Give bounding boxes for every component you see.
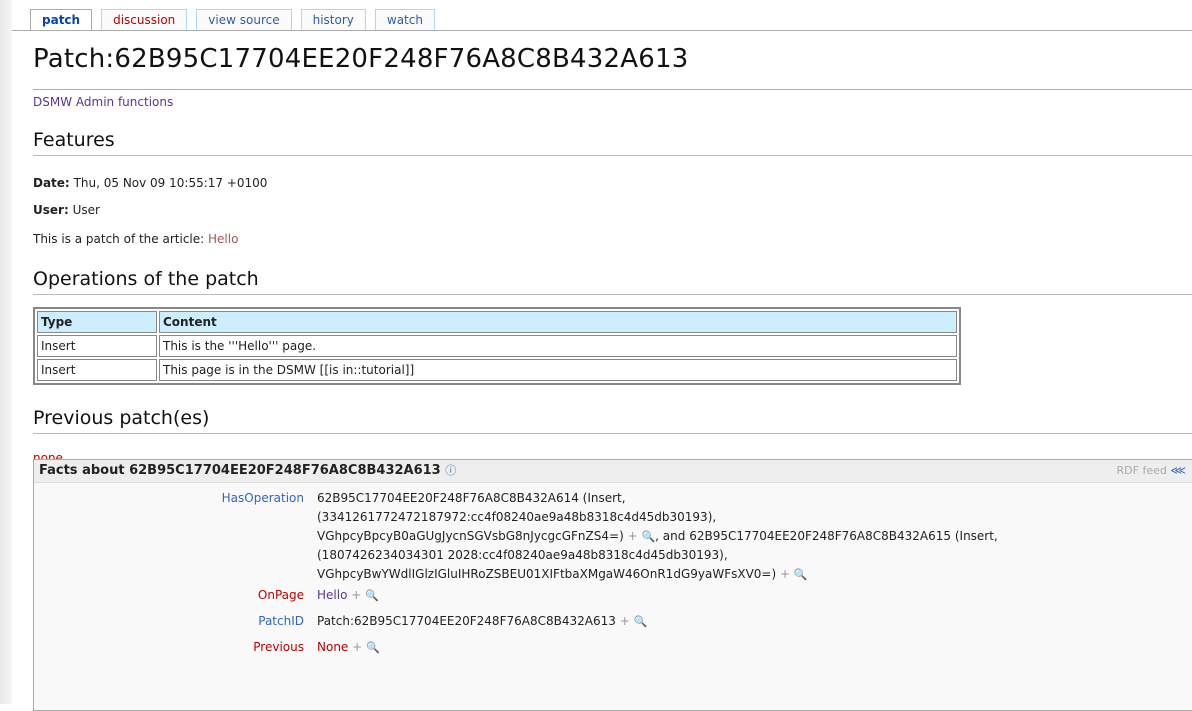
- page-title: Patch:62B95C17704EE20F248F76A8C8B432A613: [33, 44, 689, 74]
- column-header-content: Content: [159, 311, 957, 333]
- rdf-feed-icon[interactable]: ⋘: [1170, 464, 1186, 477]
- hasoperation-line1: 62B95C17704EE20F248F76A8C8B432A614 (Inse…: [317, 491, 626, 505]
- page-content: Patch:62B95C17704EE20F248F76A8C8B432A613…: [12, 31, 1192, 711]
- tab-patch[interactable]: patch: [30, 9, 93, 31]
- user-label: User:: [33, 203, 69, 217]
- operations-divider: [33, 294, 1192, 295]
- tab-watch[interactable]: watch: [374, 9, 435, 31]
- title-divider: [33, 89, 1192, 90]
- prop-previous[interactable]: Previous: [34, 640, 304, 654]
- rdf-feed-label[interactable]: RDF feed: [1117, 464, 1167, 477]
- operations-table: Type Content Insert This is the '''Hello…: [33, 307, 961, 385]
- hasoperation-line2: (3341261772472187972:cc4f08240ae9a48b831…: [317, 510, 717, 524]
- facts-header-prefix: Facts about: [39, 463, 125, 478]
- prop-patchid[interactable]: PatchID: [34, 614, 304, 628]
- table-row: Insert This is the '''Hello''' page.: [37, 335, 957, 357]
- plus-icon[interactable]: +: [780, 567, 790, 581]
- plus-icon[interactable]: +: [628, 529, 638, 543]
- hasoperation-line3a: VGhpcyBpcyB0aGUgJycnSGVsbG8nJycgcGFnZS4=…: [317, 529, 624, 543]
- previous-heading: Previous patch(es): [33, 407, 210, 429]
- tab-view-source[interactable]: view source: [196, 9, 292, 31]
- prop-patchid-label[interactable]: PatchID: [258, 614, 304, 628]
- row-type-cell: Insert: [37, 335, 157, 357]
- article-link[interactable]: Hello: [208, 232, 238, 246]
- search-icon[interactable]: 🔍: [794, 568, 808, 581]
- hasoperation-line5: VGhpcyBwYWdlIGlzIGluIHRoZSBEU01XIFtbaXMg…: [317, 565, 1187, 584]
- hasoperation-line3: VGhpcyBpcyB0aGUgJycnSGVsbG8nJycgcGFnZS4=…: [317, 527, 1187, 546]
- facts-header-subject: 62B95C17704EE20F248F76A8C8B432A613: [129, 463, 441, 478]
- operations-heading: Operations of the patch: [33, 268, 259, 290]
- plus-icon[interactable]: +: [620, 614, 630, 628]
- onpage-value-row: Hello + 🔍: [317, 586, 1187, 605]
- admin-functions-link[interactable]: DSMW Admin functions: [33, 95, 173, 109]
- row-content-cell: This is the '''Hello''' page.: [159, 335, 957, 357]
- prop-hasoperation[interactable]: HasOperation: [34, 491, 304, 505]
- search-icon[interactable]: 🔍: [366, 641, 380, 654]
- plus-icon[interactable]: +: [351, 588, 361, 602]
- table-row: Insert This page is in the DSMW [[is in:…: [37, 359, 957, 381]
- prop-onpage[interactable]: OnPage: [34, 588, 304, 602]
- user-line: User: User: [33, 203, 100, 217]
- prop-previous-label[interactable]: Previous: [253, 640, 304, 654]
- hasoperation-values: 62B95C17704EE20F248F76A8C8B432A614 (Inse…: [317, 489, 1187, 584]
- hasoperation-line5-text: VGhpcyBwYWdlIGlzIGluIHRoZSBEU01XIFtbaXMg…: [317, 567, 777, 581]
- previous-value-row: None + 🔍: [317, 638, 1187, 657]
- features-heading: Features: [33, 129, 115, 151]
- features-divider: [33, 155, 1192, 156]
- info-icon[interactable]: ⓘ: [445, 464, 456, 477]
- row-content-cell: This page is in the DSMW [[is in::tutori…: [159, 359, 957, 381]
- patchid-value: Patch:62B95C17704EE20F248F76A8C8B432A613: [317, 614, 616, 628]
- facts-box: Facts about 62B95C17704EE20F248F76A8C8B4…: [33, 459, 1192, 711]
- left-panel-edge: [0, 0, 12, 704]
- onpage-value[interactable]: Hello: [317, 588, 347, 602]
- plus-icon[interactable]: +: [352, 640, 362, 654]
- user-value: User: [72, 203, 100, 217]
- hasoperation-line4: (1807426234034301 2028:cc4f08240ae9a48b8…: [317, 548, 728, 562]
- column-header-type: Type: [37, 311, 157, 333]
- tab-discussion[interactable]: discussion: [101, 9, 188, 31]
- article-text: This is a patch of the article:: [33, 232, 205, 246]
- previous-value[interactable]: None: [317, 640, 348, 654]
- hasoperation-line3b: , and 62B95C17704EE20F248F76A8C8B432A615…: [655, 529, 998, 543]
- prop-onpage-label[interactable]: OnPage: [258, 588, 304, 602]
- date-line: Date: Thu, 05 Nov 09 10:55:17 +0100: [33, 176, 267, 190]
- search-icon[interactable]: 🔍: [634, 615, 648, 628]
- search-icon[interactable]: 🔍: [641, 530, 655, 543]
- patchid-value-row: Patch:62B95C17704EE20F248F76A8C8B432A613…: [317, 612, 1187, 631]
- facts-header: Facts about 62B95C17704EE20F248F76A8C8B4…: [34, 460, 1192, 483]
- row-type-cell: Insert: [37, 359, 157, 381]
- admin-functions-label[interactable]: DSMW Admin functions: [33, 95, 173, 109]
- date-label: Date:: [33, 176, 70, 190]
- prop-hasoperation-label[interactable]: HasOperation: [222, 491, 304, 505]
- previous-divider: [33, 433, 1192, 434]
- table-header-row: Type Content: [37, 311, 957, 333]
- date-value: Thu, 05 Nov 09 10:55:17 +0100: [73, 176, 268, 190]
- rdf-feed-link[interactable]: RDF feed ⋘: [1117, 460, 1186, 482]
- article-line: This is a patch of the article: Hello: [33, 232, 238, 246]
- tab-history[interactable]: history: [300, 9, 366, 31]
- page-tabs: patch discussion view source history wat…: [30, 9, 444, 31]
- search-icon[interactable]: 🔍: [365, 589, 379, 602]
